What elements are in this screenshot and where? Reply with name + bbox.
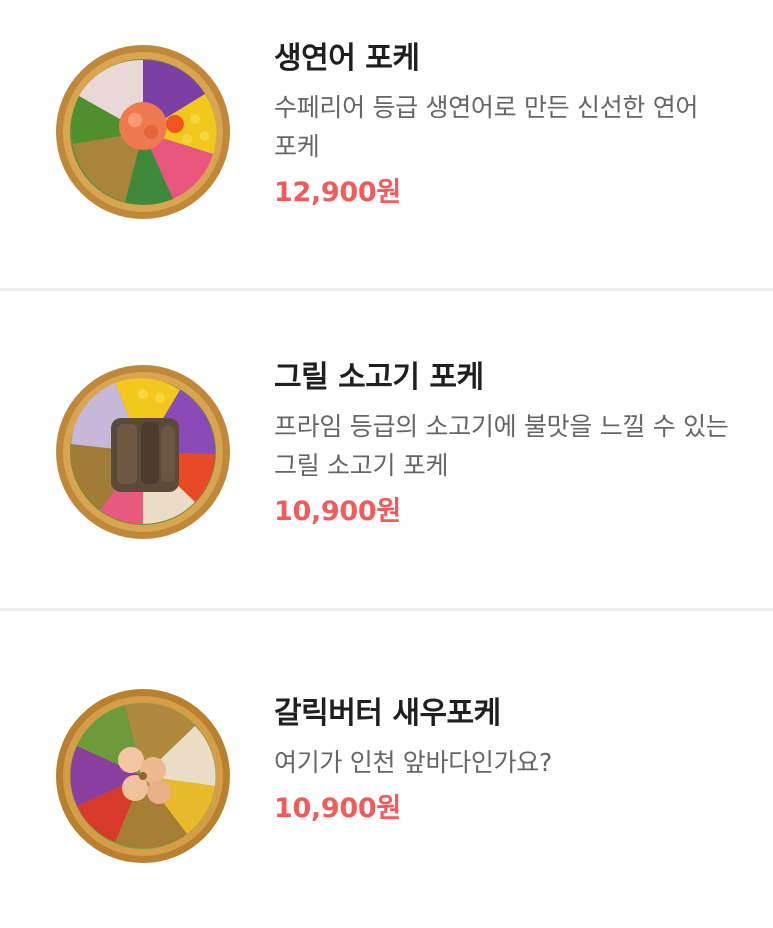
menu-item-price: 10,900원: [274, 793, 401, 824]
menu-item-name: 생연어 포케: [274, 41, 420, 76]
menu-item-name: 그릴 소고기 포케: [274, 360, 484, 395]
menu-list: 생연어 포케 수페리어 등급 생연어로 만든 신선한 연어 포케 12,900원: [0, 0, 773, 928]
menu-item-price: 10,900원: [274, 496, 401, 527]
menu-item-garlic-butter-shrimp-poke[interactable]: 갈릭버터 새우포케 여기가 인천 앞바다인가요? 10,900원: [0, 611, 773, 928]
menu-item-description: 여기가 인천 앞바다인가요?: [274, 748, 552, 777]
menu-item-name: 갈릭버터 새우포케: [274, 696, 501, 731]
menu-item-price: 12,900원: [274, 177, 401, 208]
salmon-poke-info: 생연어 포케 수페리어 등급 생연어로 만든 신선한 연어 포케 12,900원: [274, 38, 753, 212]
menu-item-description: 수페리어 등급 생연어로 만든 신선한 연어 포케: [274, 93, 699, 161]
menu-item-salmon-poke[interactable]: 생연어 포케 수페리어 등급 생연어로 만든 신선한 연어 포케 12,900원: [0, 0, 773, 291]
menu-item-grilled-beef-poke[interactable]: 그릴 소고기 포케 프라임 등급의 소고기에 불맛을 느낄 수 있는 그릴 소고…: [0, 291, 773, 611]
menu-item-description: 프라임 등급의 소고기에 불맛을 느낄 수 있는 그릴 소고기 포케: [274, 412, 729, 480]
salmon-poke-image: [55, 44, 231, 220]
grilled-beef-poke-info: 그릴 소고기 포케 프라임 등급의 소고기에 불맛을 느낄 수 있는 그릴 소고…: [274, 357, 753, 531]
garlic-butter-shrimp-poke-image: [55, 688, 231, 864]
grilled-beef-poke-image: [55, 364, 231, 540]
garlic-butter-shrimp-poke-info: 갈릭버터 새우포케 여기가 인천 앞바다인가요? 10,900원: [274, 693, 753, 828]
